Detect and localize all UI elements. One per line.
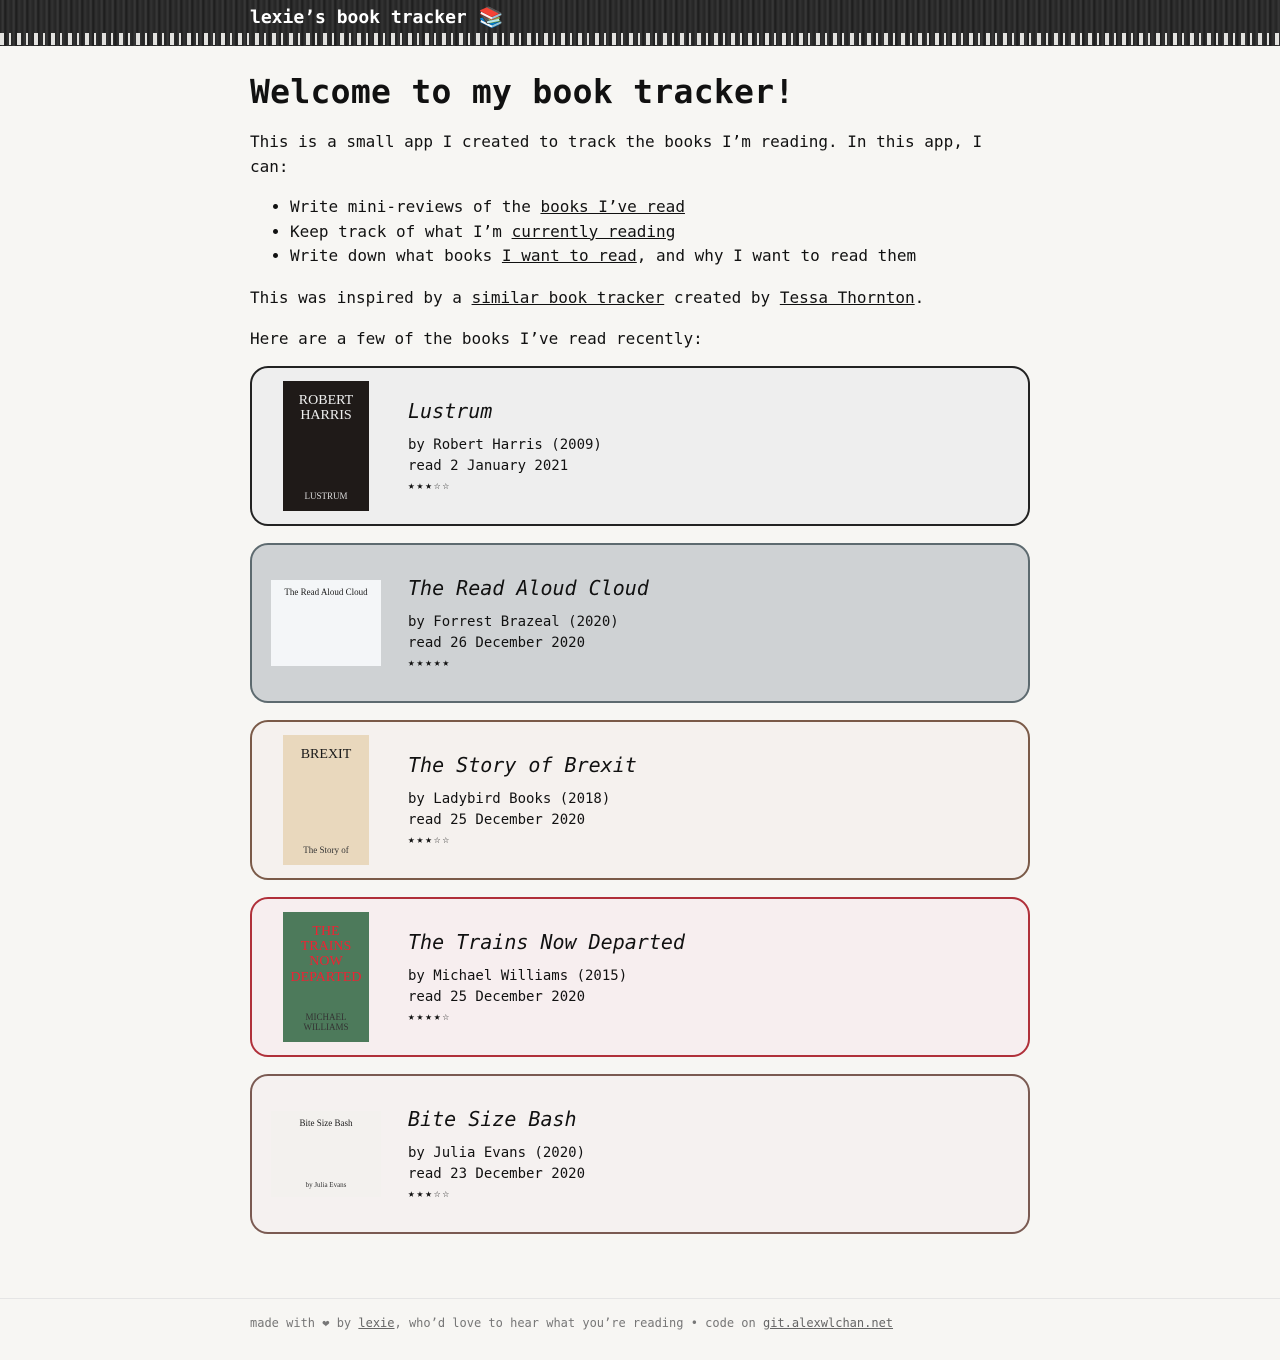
main-content: Welcome to my book tracker! This is a sm… <box>250 66 1030 1251</box>
feature-item: Write down what books I want to read, an… <box>290 244 1030 269</box>
cover-art: ROBERT HARRIS LUSTRUM <box>283 380 369 511</box>
book-read-date: read 25 December 2020 <box>408 812 586 828</box>
inspiration-text: . <box>914 287 925 307</box>
feature-text: , and why I want to read them <box>636 246 917 265</box>
cover-art: The Read Aloud Cloud <box>271 579 381 666</box>
feature-item: Keep track of what I’m currently reading <box>290 220 1030 245</box>
cover-subtitle: MICHAEL WILLIAMS <box>303 1011 349 1032</box>
feature-text: Write mini-reviews of the <box>290 197 541 216</box>
inspiration-text: created by <box>664 287 780 307</box>
cover-title: BREXIT <box>300 746 352 762</box>
book-info: The Story of Brexit by Ladybird Books (2… <box>408 753 637 846</box>
want-to-read-link[interactable]: I want to read <box>502 246 637 265</box>
book-card[interactable]: THE TRAINS NOW DEPARTED MICHAEL WILLIAMS… <box>250 896 1030 1057</box>
book-title[interactable]: Bite Size Bash <box>408 1107 585 1131</box>
intro-paragraph: This is a small app I created to track t… <box>250 132 983 176</box>
feature-item: Write mini-reviews of the books I’ve rea… <box>290 195 1030 220</box>
book-read-date: read 25 December 2020 <box>408 989 586 1005</box>
book-card[interactable]: ROBERT HARRIS LUSTRUM Lustrum by Robert … <box>250 365 1030 526</box>
book-title[interactable]: Lustrum <box>408 399 602 423</box>
lexie-link[interactable]: lexie <box>358 1316 394 1330</box>
book-author: by Michael Williams (2015) <box>408 968 628 984</box>
feature-text: Write down what books <box>290 246 502 265</box>
cover-subtitle: LUSTRUM <box>304 490 348 501</box>
git-link[interactable]: git.alexwlchan.net <box>763 1316 893 1330</box>
book-author: by Forrest Brazeal (2020) <box>408 614 619 630</box>
book-card[interactable]: The Read Aloud Cloud The Read Aloud Clou… <box>250 542 1030 703</box>
book-author: by Julia Evans (2020) <box>408 1145 586 1161</box>
footer-text: made with ❤ by lexie, who’d love to hear… <box>250 1316 893 1330</box>
cover-art: BREXIT The Story of <box>283 734 369 865</box>
book-info: The Trains Now Departed by Michael Willi… <box>408 930 685 1023</box>
cover-title: Bite Size Bash <box>299 1117 353 1128</box>
book-rating: ★★★☆☆ <box>408 479 452 492</box>
inspiration-paragraph: This was inspired by a similar book trac… <box>250 285 1030 310</box>
book-cover[interactable]: The Read Aloud Cloud <box>264 553 388 693</box>
book-read-date: read 2 January 2021 <box>408 458 569 474</box>
book-card[interactable]: Bite Size Bash by Julia Evans Bite Size … <box>250 1073 1030 1234</box>
footer: made with ❤ by lexie, who’d love to hear… <box>0 1298 1280 1360</box>
book-title[interactable]: The Trains Now Departed <box>408 930 685 954</box>
cover-subtitle: The Story of <box>303 844 349 855</box>
books-read-link[interactable]: books I’ve read <box>540 197 685 216</box>
book-cover[interactable]: ROBERT HARRIS LUSTRUM <box>264 376 388 516</box>
book-info: Bite Size Bash by Julia Evans (2020) rea… <box>408 1107 585 1200</box>
book-cover[interactable]: THE TRAINS NOW DEPARTED MICHAEL WILLIAMS <box>264 907 388 1047</box>
feature-text: Keep track of what I’m <box>290 221 512 241</box>
book-cover[interactable]: Bite Size Bash by Julia Evans <box>264 1084 388 1224</box>
book-list: ROBERT HARRIS LUSTRUM Lustrum by Robert … <box>250 365 1030 1234</box>
cover-title: The Read Aloud Cloud <box>284 586 368 597</box>
tessa-thornton-link[interactable]: Tessa Thornton <box>780 288 915 307</box>
inspiration-text: This was inspired by a <box>250 287 472 307</box>
similar-tracker-link[interactable]: similar book tracker <box>472 288 665 307</box>
feature-list: Write mini-reviews of the books I’ve rea… <box>250 195 1030 269</box>
cover-title: ROBERT HARRIS <box>298 392 354 423</box>
book-author: by Ladybird Books (2018) <box>408 791 611 807</box>
cover-subtitle: by Julia Evans <box>305 1180 347 1189</box>
cover-art: THE TRAINS NOW DEPARTED MICHAEL WILLIAMS <box>283 911 369 1042</box>
book-card[interactable]: BREXIT The Story of The Story of Brexit … <box>250 719 1030 880</box>
book-rating: ★★★★★ <box>408 656 452 669</box>
book-info: The Read Aloud Cloud by Forrest Brazeal … <box>408 576 649 669</box>
book-title[interactable]: The Story of Brexit <box>408 753 637 777</box>
book-info: Lustrum by Robert Harris (2009) read 2 J… <box>408 399 602 492</box>
recent-books-paragraph: Here are a few of the books I’ve read re… <box>250 328 703 348</box>
currently-reading-link[interactable]: currently reading <box>512 222 676 241</box>
footer-prefix: made with ❤ by <box>250 1316 359 1330</box>
book-rating: ★★★☆☆ <box>408 1187 452 1200</box>
book-rating: ★★★☆☆ <box>408 833 452 846</box>
book-title[interactable]: The Read Aloud Cloud <box>408 576 649 600</box>
site-title-text[interactable]: lexie’s book tracker <box>250 7 467 28</box>
book-read-date: read 26 December 2020 <box>408 635 586 651</box>
footer-middle: , who’d love to hear what you’re reading… <box>394 1316 763 1330</box>
books-icon: 📚 <box>478 5 504 29</box>
book-cover[interactable]: BREXIT The Story of <box>264 730 388 870</box>
book-read-date: read 23 December 2020 <box>408 1166 586 1182</box>
site-title[interactable]: lexie’s book tracker 📚 <box>250 5 504 29</box>
book-rating: ★★★★☆ <box>408 1010 452 1023</box>
book-author: by Robert Harris (2009) <box>408 437 602 453</box>
cover-title: THE TRAINS NOW DEPARTED <box>290 923 362 985</box>
page-heading: Welcome to my book tracker! <box>250 72 795 111</box>
cover-art: Bite Size Bash by Julia Evans <box>271 1110 381 1197</box>
header-torn-edge <box>0 33 1280 45</box>
